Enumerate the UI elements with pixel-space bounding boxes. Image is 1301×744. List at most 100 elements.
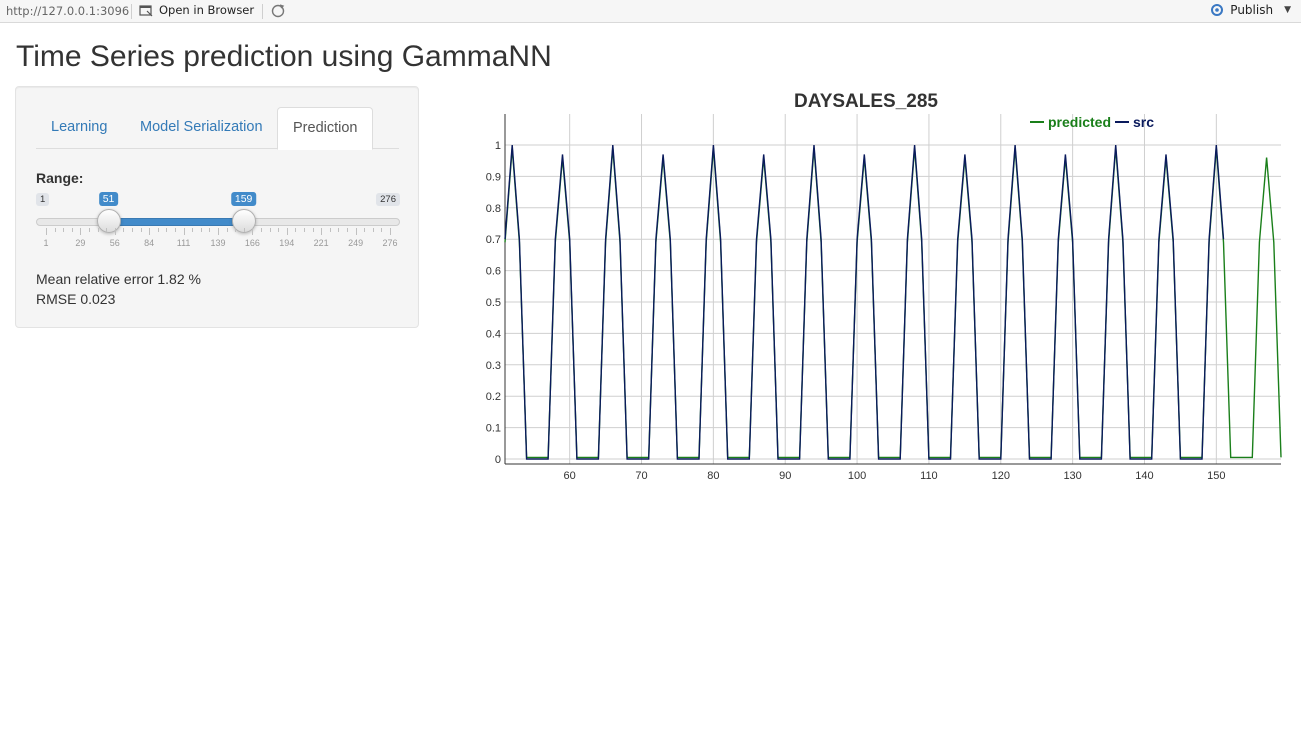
tab-bar: Learning Model Serialization Prediction (36, 107, 399, 150)
slider-max-label: 276 (376, 193, 400, 206)
slider-grid-tick (278, 228, 280, 232)
slider-grid-tick (243, 228, 245, 232)
mean-relative-error: Mean relative error 1.82 % (36, 271, 201, 287)
sidebar-panel: Learning Model Serialization Prediction … (15, 86, 419, 328)
refresh-icon[interactable] (270, 3, 286, 19)
slider-grid-tick (46, 228, 47, 235)
slider-grid-tick (63, 228, 65, 232)
slider-grid-tick (269, 228, 271, 232)
prediction-chart: DAYSALES_285 60 70 80 90 100 110 120 130 140 150 0 0… (470, 86, 1300, 486)
x-tick-label: 120 (992, 470, 1010, 482)
tab-model-serialization[interactable]: Model Serialization (125, 107, 278, 149)
slider-grid-tick (54, 228, 56, 232)
slider-grid-label: 1 (43, 238, 49, 248)
slider-grid-tick (252, 228, 254, 235)
y-tick-label: 0.1 (486, 423, 501, 435)
x-tick-label: 70 (635, 470, 647, 482)
slider-grid-tick (286, 228, 288, 235)
chart-title: DAYSALES_285 (794, 91, 938, 112)
y-tick-label: 0.7 (486, 234, 501, 246)
slider-grid-tick (80, 228, 82, 235)
slider-grid-tick (114, 228, 116, 235)
slider-grid-tick (157, 228, 159, 232)
x-tick-label: 60 (564, 470, 576, 482)
slider-grid-tick (192, 228, 194, 232)
publish-button[interactable]: Publish ▼ (1209, 3, 1291, 17)
open-in-browser-icon (139, 4, 153, 16)
slider-grid-label: 166 (244, 238, 260, 248)
slider-grid-tick (261, 228, 262, 232)
slider-selected-range[interactable] (108, 218, 244, 226)
slider-grid-label: 56 (109, 238, 120, 248)
chevron-down-icon[interactable]: ▼ (1284, 5, 1291, 15)
slider-grid-tick (106, 228, 108, 232)
chart-svg: DAYSALES_285 60 70 80 90 100 110 120 130 140 150 0 0… (486, 91, 1282, 482)
y-tick-label: 0.8 (486, 203, 501, 215)
y-tick-label: 0.5 (486, 297, 501, 309)
slider-grid-label: 29 (75, 238, 86, 248)
slider-grid-tick (175, 228, 176, 232)
slider-grid-tick (123, 228, 125, 232)
open-in-browser-button[interactable]: Open in Browser (139, 3, 254, 17)
y-tick-label: 1 (495, 140, 501, 152)
slider-grid-tick (347, 228, 348, 232)
x-tick-label: 80 (707, 470, 719, 482)
slider-grid-label: 139 (210, 238, 226, 248)
slider-grid-tick (218, 228, 219, 235)
y-tick-label: 0.2 (486, 391, 501, 403)
slider-grid-tick (390, 228, 391, 235)
slider-grid-tick (329, 228, 331, 232)
viewer-toolbar: http://127.0.0.1:3096 Open in Browser Pu… (0, 0, 1301, 23)
slider-grid-tick (132, 228, 133, 232)
toolbar-divider (262, 4, 263, 19)
slider-grid-tick (364, 228, 366, 232)
slider-grid-tick (89, 228, 90, 232)
slider-grid-tick (235, 228, 237, 232)
slider-grid-tick (183, 228, 185, 235)
publish-icon (1211, 4, 1224, 16)
slider-grid-label: 194 (279, 238, 295, 248)
slider-grid-label: 84 (144, 238, 155, 248)
slider-from-label: 51 (98, 192, 119, 206)
slider-grid-tick (312, 228, 314, 232)
range-slider[interactable]: 1 276 51 159 1 29 56 84 111 139 166 194 221 249 27… (36, 192, 400, 252)
slider-grid-tick (166, 228, 168, 232)
x-tick-label: 110 (920, 470, 938, 482)
slider-grid-tick (304, 228, 305, 232)
slider-grid-tick (295, 228, 297, 232)
legend-label-src: src (1133, 114, 1154, 130)
slider-grid-tick (97, 228, 99, 232)
x-tick-label: 100 (848, 470, 866, 482)
slider-grid-tick (209, 228, 211, 232)
x-tick-label: 90 (779, 470, 791, 482)
legend-label-predicted: predicted (1048, 114, 1111, 130)
open-in-browser-label: Open in Browser (159, 3, 255, 17)
rmse: RMSE 0.023 (36, 291, 116, 307)
viewer-url: http://127.0.0.1:3096 (6, 4, 130, 18)
tab-prediction[interactable]: Prediction (277, 107, 374, 150)
slider-grid-tick (381, 228, 383, 232)
x-tick-label: 130 (1063, 470, 1081, 482)
x-tick-label: 140 (1135, 470, 1153, 482)
slider-grid-tick (200, 228, 202, 232)
y-tick-label: 0.6 (486, 266, 501, 278)
slider-grid-tick (140, 228, 142, 232)
slider-grid: 1 29 56 84 111 139 166 194 221 249 276 (36, 228, 400, 248)
tab-learning[interactable]: Learning (36, 107, 122, 149)
slider-grid-tick (321, 228, 323, 235)
range-label: Range: (36, 170, 84, 186)
y-tick-label: 0.9 (486, 171, 501, 183)
slider-grid-label: 276 (382, 238, 398, 248)
slider-grid-tick (372, 228, 374, 232)
publish-label: Publish (1230, 3, 1274, 17)
page-title: Time Series prediction using GammaNN (16, 40, 552, 73)
slider-to-label: 159 (230, 192, 257, 206)
slider-grid-tick (149, 228, 151, 235)
slider-grid-tick (338, 228, 340, 232)
slider-grid-tick (355, 228, 357, 235)
slider-grid-tick (71, 228, 73, 232)
slider-grid-label: 221 (313, 238, 329, 248)
slider-min-label: 1 (36, 193, 50, 206)
y-tick-label: 0.4 (486, 328, 501, 340)
y-tick-label: 0 (495, 454, 501, 466)
